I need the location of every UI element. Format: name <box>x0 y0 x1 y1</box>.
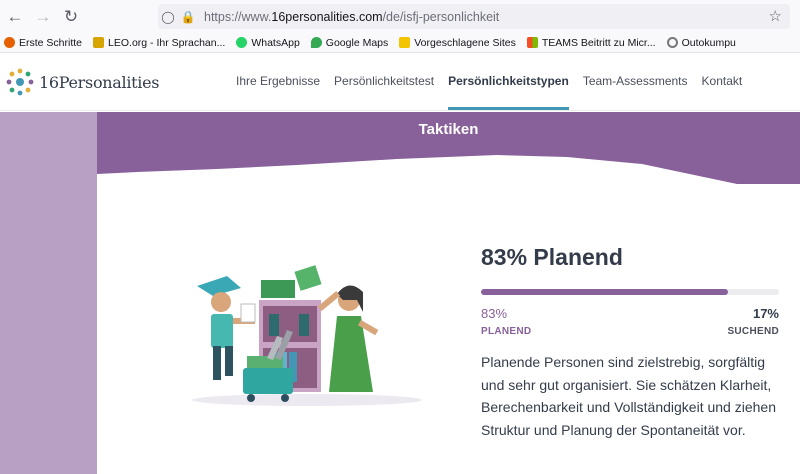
browser-toolbar: ← → ↻ ◯ 🔒 https://www.16personalities.co… <box>0 0 800 33</box>
bookmark-vorgeschlagene-sites[interactable]: Vorgeschlagene Sites <box>399 37 516 49</box>
firefox-icon <box>4 37 15 48</box>
nav-persoenlichkeitstypen[interactable]: Persönlichkeitstypen <box>448 74 569 110</box>
back-arrow-icon[interactable]: ← <box>2 4 28 30</box>
bookmark-leo[interactable]: LEO.org - Ihr Sprachan... <box>93 37 225 49</box>
trait-description: Planende Personen sind zielstrebig, sorg… <box>481 354 776 438</box>
lock-icon[interactable]: 🔒 <box>178 10 198 24</box>
site-header: 16Personalities Ihre Ergebnisse Persönli… <box>0 53 800 111</box>
bing-icon <box>399 37 411 48</box>
url-text[interactable]: https://www.16personalities.com/de/isfj-… <box>204 10 499 24</box>
trait-progress-bar <box>481 289 779 295</box>
percent-suchend: 17% <box>752 306 779 321</box>
planning-illustration <box>192 265 422 406</box>
nav-ihre-ergebnisse[interactable]: Ihre Ergebnisse <box>236 74 320 88</box>
map-pin-icon <box>310 37 322 48</box>
site-logo[interactable]: 16Personalities <box>4 66 159 98</box>
logo-wordmark: 16Personalities <box>39 72 160 92</box>
bookmark-outokumpu[interactable]: Outokumpu <box>666 37 736 49</box>
nav-persoenlichkeitstest[interactable]: Persönlichkeitstest <box>334 74 434 88</box>
reload-icon[interactable]: ↻ <box>58 4 84 30</box>
tactics-section: Taktiken 83% Planend 83% 17% PLANEND SUC… <box>97 112 800 474</box>
nav-kontakt[interactable]: Kontakt <box>702 74 743 88</box>
main-navigation: Ihre Ergebnisse Persönlichkeitstest Pers… <box>236 74 756 110</box>
bookmark-erste-schritte[interactable]: Erste Schritte <box>4 37 82 49</box>
side-band <box>0 112 97 474</box>
forward-arrow-icon[interactable]: → <box>30 4 56 30</box>
trait-heading: 83% Planend <box>481 244 623 270</box>
outokumpu-icon <box>666 37 678 48</box>
label-suchend: SUCHEND <box>727 326 779 337</box>
nav-team-assessments[interactable]: Team-Assessments <box>583 74 688 88</box>
section-title: Taktiken <box>418 121 479 138</box>
label-planend: PLANEND <box>481 326 532 337</box>
microsoft-icon <box>526 37 538 48</box>
bookmark-teams[interactable]: TEAMS Beitritt zu Micr... <box>526 37 656 49</box>
tracking-shield-icon[interactable]: ◯ <box>158 10 178 24</box>
bookmark-google-maps[interactable]: Google Maps <box>310 37 388 49</box>
address-bar[interactable]: ◯ 🔒 https://www.16personalities.com/de/i… <box>158 4 790 29</box>
bookmark-whatsapp[interactable]: WhatsApp <box>236 37 300 49</box>
percent-planend: 83% <box>481 306 508 321</box>
logo-dots-icon <box>6 68 34 96</box>
bookmark-star-icon[interactable]: ☆ <box>769 7 782 25</box>
trait-progress-fill <box>481 289 729 295</box>
leo-icon <box>93 37 105 48</box>
whatsapp-icon <box>236 37 248 48</box>
bookmarks-bar: Erste Schritte LEO.org - Ihr Sprachan...… <box>0 33 800 53</box>
